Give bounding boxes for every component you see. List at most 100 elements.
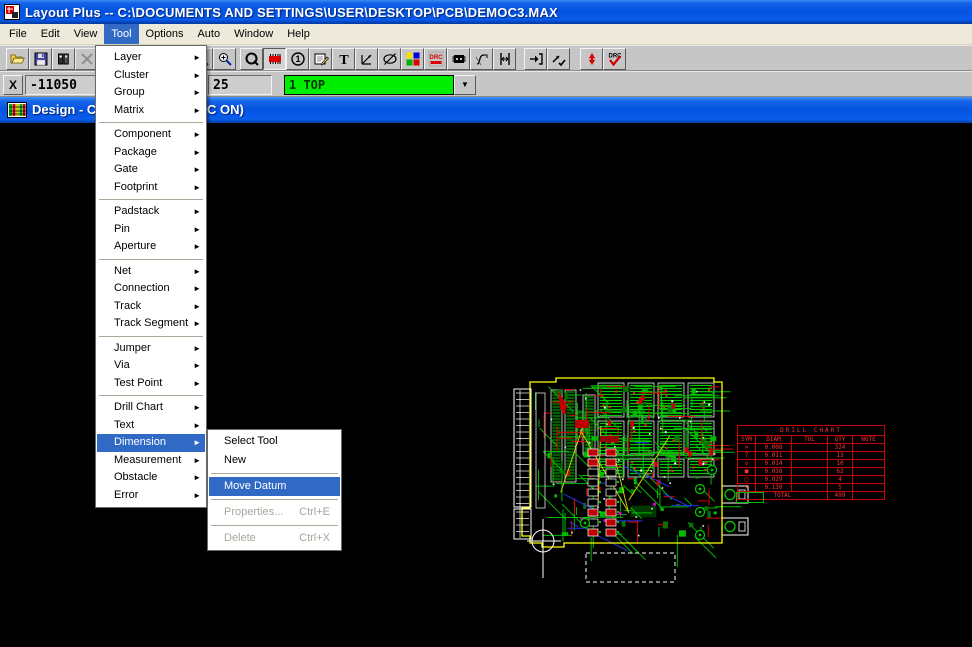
tool-menu-item-cluster[interactable]: Cluster ►: [97, 67, 205, 85]
reroute-button[interactable]: [470, 48, 493, 70]
text-button[interactable]: T: [332, 48, 355, 70]
menu-item-label: Cluster: [114, 67, 149, 85]
library-button[interactable]: [52, 48, 75, 70]
menu-item-label: Text: [114, 417, 134, 435]
component-button[interactable]: [263, 48, 286, 70]
menu-view[interactable]: View: [67, 24, 105, 44]
component-icon: [267, 51, 283, 67]
tool-menu-item-gate[interactable]: Gate►: [97, 161, 205, 179]
query-icon: [244, 51, 260, 67]
menu-item-label: Aperture: [114, 238, 156, 256]
component-socket-button[interactable]: [447, 48, 470, 70]
tool-menu-item-component[interactable]: Component►: [97, 126, 205, 144]
tool-menu-item-obstacle[interactable]: Obstacle►: [97, 469, 205, 487]
tool-menu-item-drill-chart[interactable]: Drill Chart►: [97, 399, 205, 417]
tool-menu-item-connection[interactable]: Connection►: [97, 280, 205, 298]
design-title-left: Design - Co: [32, 102, 104, 117]
menu-window[interactable]: Window: [227, 24, 280, 44]
tool-menu-item-aperture[interactable]: Aperture►: [97, 238, 205, 256]
obstacle-button[interactable]: [378, 48, 401, 70]
route-in-button[interactable]: [524, 48, 547, 70]
dimension-menu-item-move-datum[interactable]: Move Datum: [209, 477, 340, 496]
design-window-icon: [7, 102, 27, 118]
spacing-button[interactable]: [493, 48, 516, 70]
submenu-arrow-icon: ►: [193, 67, 201, 85]
tool-menu-item-jumper[interactable]: Jumper►: [97, 340, 205, 358]
submenu-arrow-icon: ►: [193, 357, 201, 375]
menu-help[interactable]: Help: [280, 24, 317, 44]
submenu-arrow-icon: ►: [193, 298, 201, 316]
tool-menu-item-text[interactable]: Text►: [97, 417, 205, 435]
edit-note-button[interactable]: [309, 48, 332, 70]
save-button[interactable]: [29, 48, 52, 70]
tool-menu-popup: Layer►Cluster►Group►Matrix►Component►Pac…: [95, 45, 207, 508]
open-folder-button[interactable]: [6, 48, 29, 70]
drc-box-button[interactable]: DRC: [424, 48, 447, 70]
x-coord-button[interactable]: X: [3, 75, 23, 95]
drill-chart-row: ◇0.01410: [738, 460, 885, 468]
menu-edit[interactable]: Edit: [34, 24, 67, 44]
test-point-button[interactable]: [580, 48, 603, 70]
layer-selector[interactable]: 1 TOP: [284, 75, 454, 95]
menu-separator: [211, 499, 338, 500]
menu-separator: [99, 259, 203, 260]
tool-menu-item-track-segment[interactable]: Track Segment►: [97, 315, 205, 333]
zoom-in-button[interactable]: [213, 48, 236, 70]
submenu-arrow-icon: ►: [193, 179, 201, 197]
submenu-arrow-icon: ►: [193, 84, 201, 102]
pin-number-button[interactable]: 1: [286, 48, 309, 70]
tool-menu-item-pin[interactable]: Pin►: [97, 221, 205, 239]
drc-check-button[interactable]: DRC: [603, 48, 626, 70]
menu-tool[interactable]: Tool: [104, 24, 138, 44]
menu-item-label: Component: [114, 126, 171, 144]
color-palette-button[interactable]: [401, 48, 424, 70]
tool-menu-item-net[interactable]: Net►: [97, 263, 205, 281]
tool-menu-item-padstack[interactable]: Padstack►: [97, 203, 205, 221]
dimension-tool-button[interactable]: [355, 48, 378, 70]
submenu-arrow-icon: ►: [193, 375, 201, 393]
layer-dropdown-arrow-button[interactable]: ▼: [454, 75, 476, 95]
submenu-arrow-icon: ►: [193, 399, 201, 417]
tool-menu-item-footprint[interactable]: Footprint►: [97, 179, 205, 197]
menu-item-label: Properties...: [224, 503, 283, 522]
x-coordinate-field[interactable]: -11050: [25, 75, 99, 95]
tool-menu-item-group[interactable]: Group►: [97, 84, 205, 102]
tool-menu-item-dimension[interactable]: Dimension►: [97, 434, 205, 452]
reroute-icon: [474, 51, 490, 67]
drill-chart-header: DIAM: [756, 436, 792, 444]
menu-file[interactable]: File: [2, 24, 34, 44]
menu-item-label: Jumper: [114, 340, 151, 358]
drill-chart-row: >0.008324: [738, 444, 885, 452]
grid-field[interactable]: 25: [208, 75, 272, 95]
drill-chart: DRILL CHARTSYMDIAMTOLQTYNOTE>0.00832470.…: [737, 425, 884, 500]
dimension-menu-item-select-tool[interactable]: Select Tool: [209, 432, 340, 451]
drill-chart-title: DRILL CHART: [738, 426, 885, 436]
tool-menu-item-error[interactable]: Error►: [97, 487, 205, 505]
svg-text:1: 1: [295, 54, 300, 64]
menu-item-label: Gate: [114, 161, 138, 179]
tool-menu-item-track[interactable]: Track►: [97, 298, 205, 316]
menu-options[interactable]: Options: [139, 24, 191, 44]
tool-menu-item-measurement[interactable]: Measurement►: [97, 452, 205, 470]
menu-auto[interactable]: Auto: [190, 24, 227, 44]
tool-menu-item-test-point[interactable]: Test Point►: [97, 375, 205, 393]
menu-separator: [211, 525, 338, 526]
tool-menu-item-package[interactable]: Package►: [97, 144, 205, 162]
query-button[interactable]: [240, 48, 263, 70]
route-done-button[interactable]: [547, 48, 570, 70]
title-bar[interactable]: Layout Plus -- C:\DOCUMENTS AND SETTINGS…: [0, 0, 972, 24]
drill-chart-row: ■0.03862: [738, 468, 885, 476]
menu-separator: [99, 395, 203, 396]
tool-menu-item-matrix[interactable]: Matrix►: [97, 102, 205, 120]
dimension-menu-item-properties: Properties...Ctrl+E: [209, 503, 340, 522]
dimension-menu-item-new[interactable]: New: [209, 451, 340, 470]
route-in-icon: [528, 51, 544, 67]
menu-item-label: Layer: [114, 49, 142, 67]
menu-item-label: Via: [114, 357, 130, 375]
text-icon: T: [336, 51, 352, 67]
tool-menu-item-via[interactable]: Via ►: [97, 357, 205, 375]
obstacle-icon: [382, 51, 398, 67]
tool-menu-item-layer[interactable]: Layer►: [97, 49, 205, 67]
color-palette-icon: [405, 51, 421, 67]
menu-item-label: Matrix: [114, 102, 144, 120]
